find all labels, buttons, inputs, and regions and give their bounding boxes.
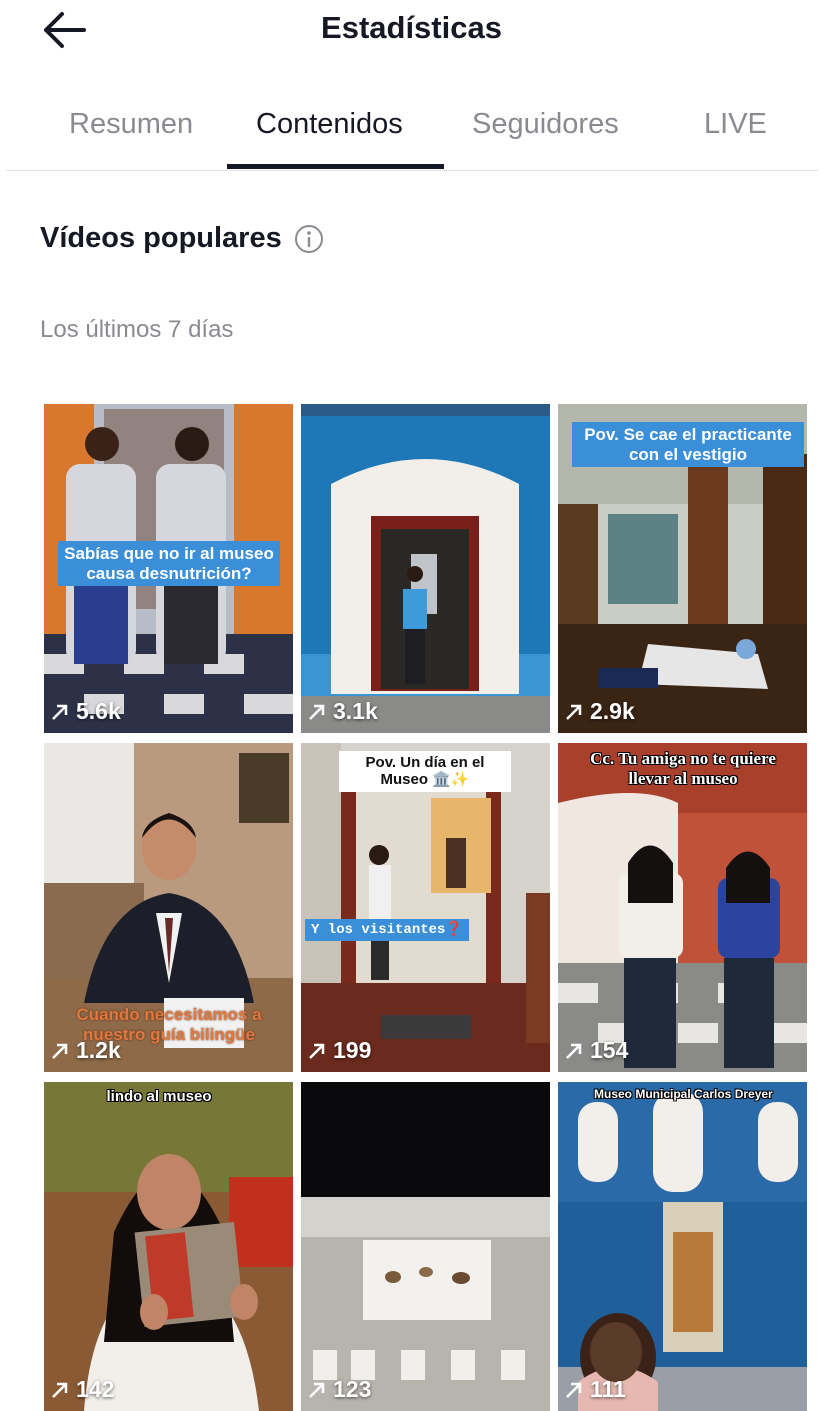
video-caption: lindo al museo xyxy=(106,1088,212,1105)
video-thumbnail xyxy=(301,404,550,733)
video-card[interactable]: 3.1k xyxy=(301,404,550,733)
video-thumbnail xyxy=(301,743,550,1072)
trend-arrow-icon xyxy=(309,704,325,720)
view-count-value: 5.6k xyxy=(76,698,121,724)
video-caption: Pov. Se cae el practicante con el vestig… xyxy=(572,422,804,468)
view-count-value: 1.2k xyxy=(76,1037,121,1063)
video-card[interactable]: Pov. Se cae el practicante con el vestig… xyxy=(558,404,807,733)
video-caption: Cc. Tu amiga no te quiere llevar al muse… xyxy=(590,749,776,788)
video-card[interactable]: Cc. Tu amiga no te quiere llevar al muse… xyxy=(558,743,807,1072)
tab-seguidores[interactable]: Seguidores xyxy=(472,108,619,141)
view-count-value: 123 xyxy=(333,1376,372,1402)
section-title: Vídeos populares xyxy=(40,222,282,254)
view-count: 123 xyxy=(307,1376,371,1403)
video-caption: Sabías que no ir al museo causa desnutri… xyxy=(58,541,280,587)
info-icon[interactable] xyxy=(294,224,324,254)
video-thumbnail xyxy=(301,1082,550,1411)
view-count: 3.1k xyxy=(307,698,378,725)
video-thumbnail xyxy=(44,1082,293,1411)
video-caption: Pov. Un día en el Museo 🏛️✨ xyxy=(339,751,511,792)
trend-arrow-icon xyxy=(566,704,582,720)
video-card[interactable]: 123 xyxy=(301,1082,550,1411)
tab-bar: Resumen Contenidos Seguidores LIVE xyxy=(6,90,818,171)
video-thumbnail xyxy=(558,1082,807,1411)
video-card[interactable]: Sabías que no ir al museo causa desnutri… xyxy=(44,404,293,733)
trend-arrow-icon xyxy=(566,1043,582,1059)
video-caption-secondary: Y los visitantes❓ xyxy=(305,919,469,942)
view-count-value: 3.1k xyxy=(333,698,378,724)
trend-arrow-icon xyxy=(309,1382,325,1398)
header: Estadísticas xyxy=(0,0,823,62)
video-card[interactable]: Pov. Un día en el Museo 🏛️✨ Y los visita… xyxy=(301,743,550,1072)
trend-arrow-icon xyxy=(52,1382,68,1398)
video-card[interactable]: Museo Municipal Carlos Dreyer 111 xyxy=(558,1082,807,1411)
view-count: 199 xyxy=(307,1037,371,1064)
view-count: 5.6k xyxy=(50,698,121,725)
period-label: Los últimos 7 días xyxy=(40,316,234,343)
view-count: 154 xyxy=(564,1037,628,1064)
trend-arrow-icon xyxy=(52,1043,68,1059)
tab-resumen[interactable]: Resumen xyxy=(69,108,193,141)
view-count: 2.9k xyxy=(564,698,635,725)
view-count: 1.2k xyxy=(50,1037,121,1064)
video-card[interactable]: lindo al museo 142 xyxy=(44,1082,293,1411)
view-count-value: 154 xyxy=(590,1037,629,1063)
tab-contenidos[interactable]: Contenidos xyxy=(256,108,403,141)
view-count: 142 xyxy=(50,1376,114,1403)
video-thumbnail xyxy=(558,743,807,1072)
trend-arrow-icon xyxy=(309,1043,325,1059)
video-caption: Museo Municipal Carlos Dreyer xyxy=(594,1087,773,1101)
tab-live[interactable]: LIVE xyxy=(704,108,767,141)
section-header: Vídeos populares xyxy=(40,222,324,255)
trend-arrow-icon xyxy=(566,1382,582,1398)
page-title: Estadísticas xyxy=(321,10,502,45)
view-count: 111 xyxy=(564,1376,626,1403)
view-count-value: 111 xyxy=(590,1376,626,1402)
video-card[interactable]: Cuando necesitamos a nuestro guía biling… xyxy=(44,743,293,1072)
view-count-value: 199 xyxy=(333,1037,372,1063)
view-count-value: 142 xyxy=(76,1376,115,1402)
trend-arrow-icon xyxy=(52,704,68,720)
view-count-value: 2.9k xyxy=(590,698,635,724)
active-tab-indicator xyxy=(227,164,444,169)
